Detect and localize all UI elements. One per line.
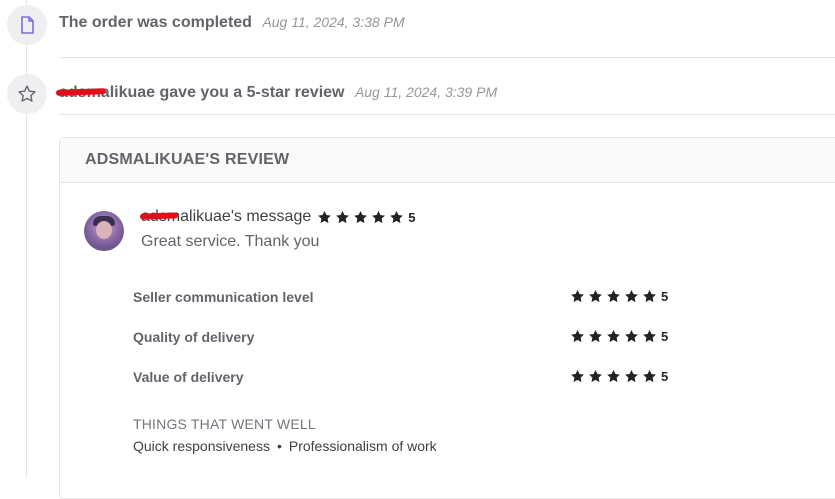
star-icon [643, 369, 656, 383]
event-timestamp: Aug 11, 2024, 3:38 PM [262, 14, 405, 30]
went-well-item: Professionalism of work [288, 438, 437, 454]
rating-row-quality: Quality of delivery 5 [133, 327, 693, 347]
rating-label: Quality of delivery [133, 329, 255, 345]
overall-rating-value: 5 [408, 209, 416, 225]
star-icon [571, 329, 584, 343]
rating-stars: 5 [570, 369, 668, 384]
review-message-text: Great service. Thank you [141, 233, 320, 250]
star-icon [607, 369, 620, 383]
star-icon [625, 289, 638, 303]
rating-value: 5 [661, 329, 669, 344]
document-icon-circle [7, 5, 47, 45]
star-icon [625, 329, 638, 343]
event-divider [59, 57, 835, 58]
star-icon [643, 289, 656, 303]
star-icon [372, 210, 386, 223]
rating-value: 5 [661, 369, 669, 384]
star-icon [571, 289, 584, 303]
star-outline-icon [18, 85, 36, 102]
star-icon [625, 369, 638, 383]
event-timestamp: Aug 11, 2024, 3:39 PM [354, 84, 498, 100]
star-icon [354, 210, 368, 223]
star-icon [571, 369, 584, 383]
document-icon [21, 16, 34, 34]
avatar [84, 211, 124, 251]
rating-value: 5 [661, 289, 669, 304]
review-header: ADSMALIKUAE'S REVIEW [60, 138, 835, 183]
rating-label: Seller communication level [133, 289, 314, 305]
star-icon [607, 289, 620, 303]
timeline-line [26, 0, 27, 477]
rating-row-communication: Seller communication level 5 [133, 287, 693, 307]
star-icon [336, 210, 350, 223]
star-icon [318, 210, 332, 223]
star-icon [589, 369, 602, 383]
went-well-title: THINGS THAT WENT WELL [133, 416, 316, 432]
review-card: ADSMALIKUAE'S REVIEW adsmalikuae's messa… [59, 137, 835, 499]
rating-label: Value of delivery [133, 369, 244, 385]
rating-stars: 5 [570, 289, 668, 304]
star-icon [390, 210, 404, 223]
rating-row-value: Value of delivery 5 [133, 367, 693, 387]
star-icon [589, 329, 602, 343]
star-icon [643, 329, 656, 343]
went-well-list: Quick responsiveness • Professionalism of … [133, 438, 437, 454]
bullet-separator: • [276, 438, 282, 454]
star-icon [607, 329, 620, 343]
star-icon-circle [7, 74, 47, 114]
review-message-line: adsmalikuae's message 5 [141, 208, 415, 226]
rating-stars: 5 [570, 329, 668, 344]
went-well-item: Quick responsiveness [133, 438, 270, 454]
overall-stars: 5 [317, 210, 415, 225]
event-title: The order was completed [59, 14, 252, 31]
star-icon [589, 289, 602, 303]
event-divider [59, 114, 835, 115]
